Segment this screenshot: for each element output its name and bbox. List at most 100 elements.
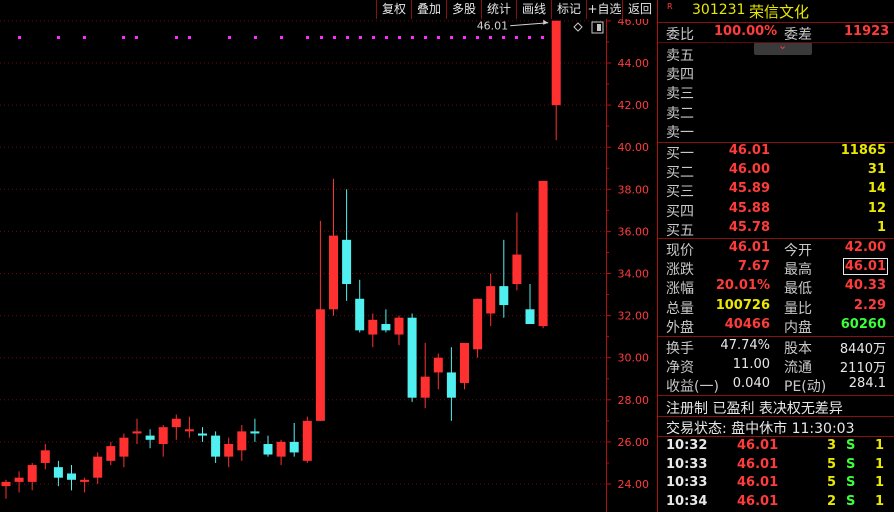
candle[interactable] [171, 414, 181, 440]
buy-level-price[interactable]: 46.00 [729, 162, 770, 177]
candle[interactable] [119, 433, 129, 468]
stat-label: 量比 [784, 300, 812, 317]
candle[interactable] [1, 479, 11, 499]
candle-body [27, 465, 37, 482]
candle[interactable] [289, 422, 299, 457]
multi-stock-button[interactable]: 多股 [446, 0, 481, 19]
candle-body [158, 427, 168, 445]
tick-price: 46.01 [737, 456, 779, 472]
candle[interactable] [329, 178, 338, 316]
candle[interactable] [224, 437, 234, 468]
event-marker-dot [320, 36, 323, 39]
candle[interactable] [158, 425, 168, 457]
candle[interactable] [14, 471, 24, 493]
y-tick-label: 34.00 [618, 268, 650, 281]
sell-level-label: 卖五 [666, 48, 694, 64]
candle[interactable] [512, 212, 522, 291]
trading-status: 交易状态: 盘中休市 11:30:03 [666, 421, 855, 437]
buy-level-price[interactable]: 45.78 [729, 220, 770, 235]
event-marker-dot [385, 36, 388, 39]
stat-value: 60260 [840, 316, 886, 332]
tick-time: 10:33 [666, 475, 708, 490]
candle[interactable] [302, 416, 312, 463]
event-marker-dot [306, 36, 309, 39]
candle[interactable] [420, 342, 430, 409]
y-tick-label: 38.00 [618, 183, 650, 196]
candle[interactable] [394, 315, 404, 346]
candle[interactable] [93, 452, 103, 484]
candle[interactable] [27, 462, 37, 491]
candles[interactable] [1, 20, 561, 499]
candle[interactable] [250, 418, 260, 442]
mark-button[interactable]: 标记 [551, 0, 586, 19]
event-marker-dot [424, 36, 427, 39]
buy-level-price[interactable]: 45.88 [729, 201, 770, 216]
candle[interactable] [80, 477, 90, 493]
candle[interactable] [460, 342, 469, 390]
candle[interactable] [263, 435, 273, 457]
buy-level-price[interactable]: 45.89 [729, 181, 770, 196]
event-marker-dot [541, 36, 544, 39]
candle[interactable] [446, 347, 456, 421]
buy-level-label: 买三 [666, 184, 694, 201]
candle[interactable] [106, 441, 116, 466]
candle[interactable] [525, 284, 535, 325]
candle[interactable] [184, 416, 194, 438]
overlay-button[interactable]: 叠加 [411, 0, 446, 19]
y-tick-label: 42.00 [618, 99, 650, 112]
stock-code: 301231 [692, 2, 746, 18]
sell-level-label: 卖一 [666, 124, 694, 141]
candle[interactable] [132, 418, 142, 445]
candle[interactable] [499, 239, 509, 318]
candle[interactable] [211, 431, 221, 463]
diamond-icon[interactable] [573, 22, 583, 32]
candle[interactable] [237, 425, 247, 461]
candle[interactable] [40, 444, 50, 470]
buy-level-label: 买二 [666, 165, 694, 182]
event-marker-dot [346, 36, 349, 39]
candlestick-chart[interactable]: 46.00 44.00 42.00 40.00 38.00 36.00 34.00 32.00… [0, 19, 657, 512]
candle[interactable] [53, 460, 63, 487]
candle[interactable] [355, 279, 365, 333]
candle[interactable] [473, 298, 483, 358]
fundamental-label: PE(动) [784, 379, 827, 396]
collapse-arrow-button[interactable]: ⌄ [754, 39, 812, 55]
candle[interactable] [381, 309, 391, 333]
sell-level-label: 卖三 [666, 86, 694, 103]
back-button[interactable]: 返回 [622, 0, 657, 19]
buy-level-price[interactable]: 46.01 [729, 143, 770, 158]
tick-time: 10:33 [666, 456, 708, 472]
event-marker-dot [135, 36, 138, 39]
candle[interactable] [407, 313, 417, 402]
candle[interactable] [145, 429, 155, 449]
fuquan-button[interactable]: 复权 [376, 0, 411, 19]
candle-body [237, 431, 247, 451]
tick-side: S [846, 475, 856, 490]
y-tick-label: 28.00 [618, 394, 650, 407]
candle-body [368, 319, 378, 335]
registration-flag: R [667, 2, 673, 11]
candle[interactable] [368, 313, 378, 348]
event-marker-dot [528, 36, 531, 39]
chart-controls[interactable] [573, 21, 604, 34]
quote-panel: R 301231 荣信文化 委比 100.00% 委差 11923 ⌄ 卖五 卖四… [657, 0, 894, 512]
statistics-button[interactable]: 统计 [481, 0, 516, 19]
candle[interactable] [486, 273, 496, 327]
stat-label: 涨幅 [666, 281, 694, 298]
stock-name[interactable]: 荣信文化 [749, 1, 809, 22]
draw-line-button[interactable]: 画线 [516, 0, 551, 19]
candle[interactable] [276, 439, 286, 466]
add-watchlist-button[interactable]: +自选 [586, 0, 622, 19]
buy-level-volume: 14 [867, 181, 886, 197]
candle[interactable] [551, 20, 561, 141]
tick-count: 1 [874, 456, 884, 472]
fundamental-value: 8440万 [839, 342, 886, 357]
candle[interactable] [315, 220, 325, 421]
arrow-head-icon [543, 19, 549, 25]
candle[interactable] [433, 353, 443, 390]
candle[interactable] [67, 465, 76, 491]
candle[interactable] [198, 427, 207, 442]
candle[interactable] [538, 180, 548, 329]
high-annotation: 46.01 [477, 20, 549, 33]
candle[interactable] [342, 189, 352, 301]
